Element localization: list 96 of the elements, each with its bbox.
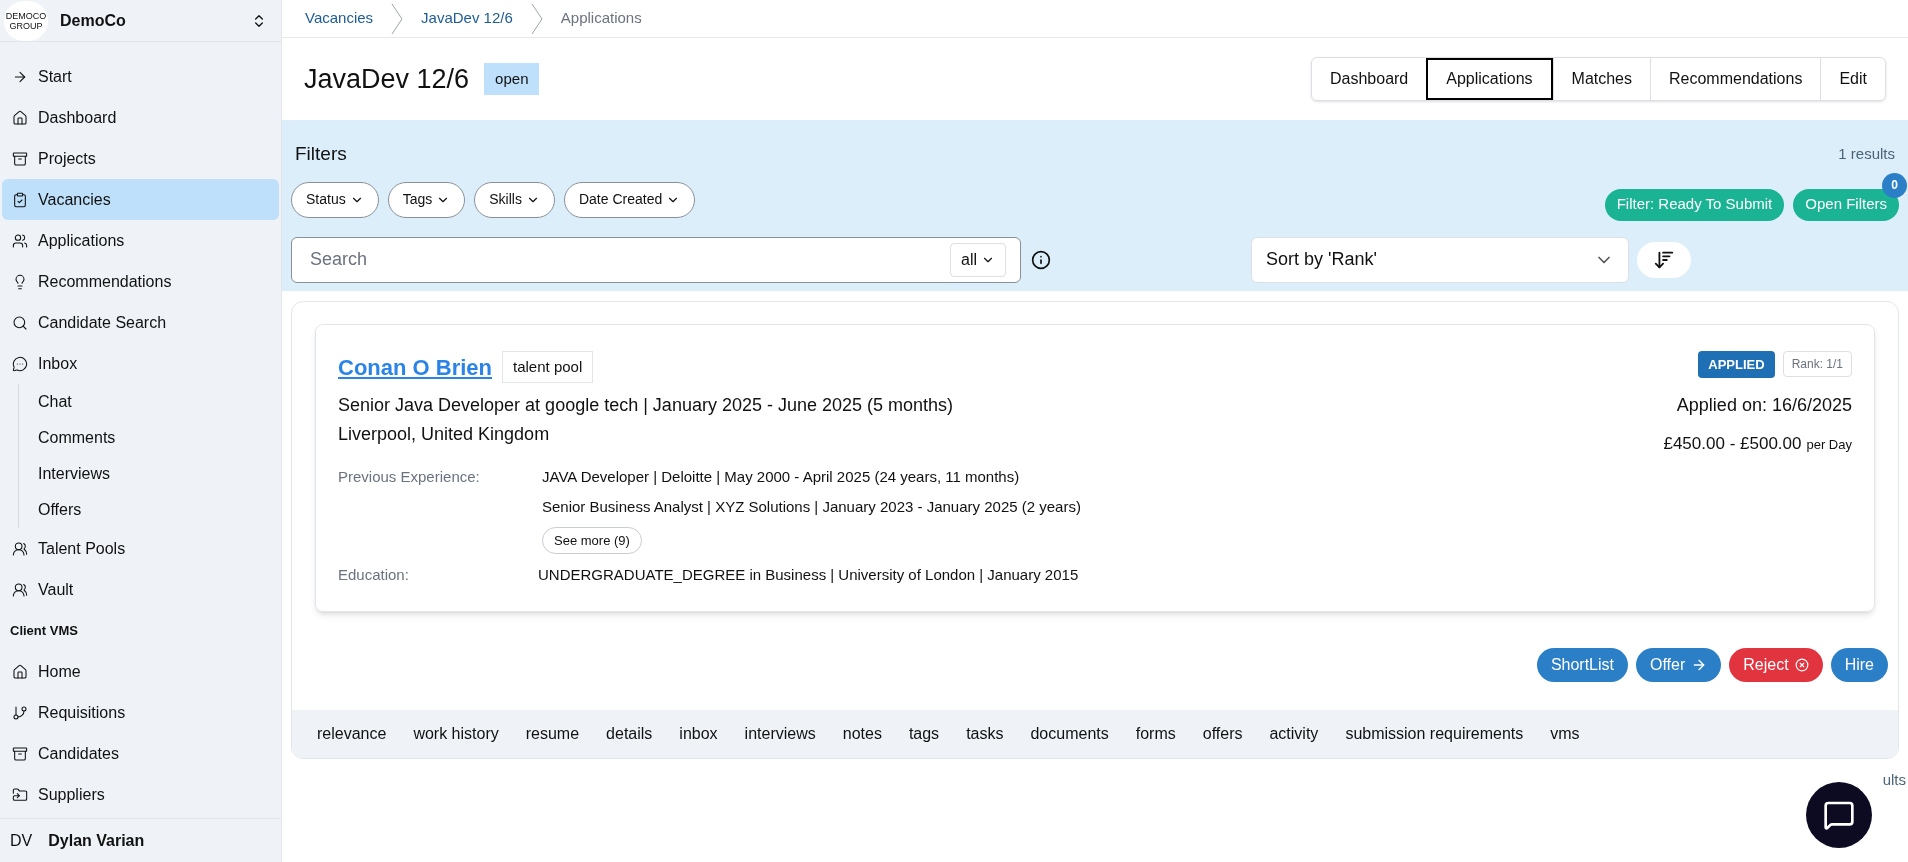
box-icon <box>12 745 28 762</box>
rank-badge: Rank: 1/1 <box>1782 351 1852 378</box>
lightbulb-icon <box>12 273 28 290</box>
rate-range: £450.00 - £500.00 <box>1663 433 1802 455</box>
view-tab[interactable]: Recommendations <box>1650 58 1821 100</box>
detail-tab[interactable]: tags <box>908 721 940 746</box>
filter-dropdown[interactable]: Date Created <box>563 181 696 218</box>
section-heading: Client VMS <box>9 621 79 640</box>
candidate-tag: talent pool <box>502 350 594 384</box>
search-icon <box>12 314 28 331</box>
sidebar-item[interactable]: Recommendations <box>2 261 279 302</box>
search-field[interactable]: Search all <box>291 236 1021 283</box>
breadcrumb-link[interactable]: JavaDev 12/6 <box>421 7 513 30</box>
sidebar-item[interactable]: Vacancies <box>2 179 279 220</box>
applied-date: Applied on: 16/6/2025 <box>1676 394 1852 417</box>
detail-tab[interactable]: offers <box>1202 721 1243 746</box>
chat-icon <box>1823 799 1855 831</box>
sidebar-item[interactable]: Dashboard <box>2 97 279 138</box>
sidebar-subitem[interactable]: Offers <box>19 492 281 528</box>
close-circle-icon <box>1794 657 1809 672</box>
view-tab[interactable]: Edit <box>1820 58 1885 100</box>
sort-dropdown[interactable]: Sort by 'Rank' <box>1251 236 1629 283</box>
rate-unit: per Day <box>1806 436 1852 454</box>
detail-tab[interactable]: interviews <box>744 721 816 746</box>
sidebar-item[interactable]: Talent Pools <box>2 528 279 569</box>
breadcrumb-link[interactable]: Applications <box>560 7 642 30</box>
application-status-badge: APPLIED <box>1698 350 1775 378</box>
shortlist-button[interactable]: ShortList <box>1536 647 1628 682</box>
sidebar-item[interactable]: Projects <box>2 138 279 179</box>
results-count: 1 results <box>1838 144 1895 164</box>
page-title: JavaDev 12/6 <box>304 62 470 96</box>
folder-icon <box>12 786 28 803</box>
org-name: DemoCo <box>60 10 127 31</box>
filter-count-badge: 0 <box>1882 172 1907 198</box>
detail-tab[interactable]: resume <box>525 721 580 746</box>
sidebar-item[interactable]: Applications <box>2 220 279 261</box>
detail-tab[interactable]: documents <box>1030 721 1109 746</box>
search-scope-dropdown[interactable]: all <box>950 242 1006 277</box>
home-icon <box>12 109 28 126</box>
sidebar-item[interactable]: Candidates <box>2 733 279 774</box>
detail-tab[interactable]: relevance <box>317 721 387 746</box>
group-icon <box>12 540 28 557</box>
detail-tab[interactable]: submission requirements <box>1345 721 1524 746</box>
breadcrumb-link[interactable]: Vacancies <box>305 7 374 30</box>
chat-bubble-icon <box>12 355 28 372</box>
sidebar-subitem[interactable]: Chat <box>19 384 281 420</box>
sidebar-item[interactable]: Requisitions <box>2 692 279 733</box>
breadcrumb-separator-icon <box>530 2 543 35</box>
candidate-headline: Senior Java Developer at google tech | January 2025 - June 2025 (5 months) <box>338 393 955 417</box>
detail-tab[interactable]: vms <box>1550 721 1580 746</box>
group-icon <box>12 581 28 598</box>
filter-dropdown[interactable]: Status <box>291 181 379 218</box>
view-tab[interactable]: Matches <box>1552 58 1650 100</box>
box-icon <box>12 150 28 167</box>
education-entry: UNDERGRADUATE_DEGREE in Business | University of London | January 2015 <box>538 565 1080 585</box>
detail-tab[interactable]: tasks <box>966 721 1004 746</box>
clipboard-icon <box>12 191 28 208</box>
results-count: ults <box>1882 769 1906 790</box>
offer-button[interactable]: Offer <box>1636 647 1722 682</box>
candidate-name-link[interactable]: Conan O Brien <box>338 350 492 384</box>
branch-icon <box>12 704 28 721</box>
sort-order-button[interactable] <box>1637 241 1691 278</box>
filters-title: Filters <box>295 142 347 166</box>
detail-tab[interactable]: details <box>606 721 653 746</box>
sidebar-item[interactable]: Home <box>2 651 279 692</box>
sidebar-subitem[interactable]: Interviews <box>19 456 281 492</box>
breadcrumb-separator-icon <box>391 2 404 35</box>
sidebar-item[interactable]: Start <box>2 56 279 97</box>
home-icon <box>12 663 28 680</box>
sidebar-item[interactable]: Inbox <box>2 343 279 384</box>
user-name[interactable]: Dylan Varian <box>48 828 145 853</box>
hire-button[interactable]: Hire <box>1830 647 1888 682</box>
detail-tab[interactable]: forms <box>1135 721 1176 746</box>
users-icon <box>12 232 28 249</box>
sidebar-item[interactable]: Candidate Search <box>2 302 279 343</box>
filter-dropdown[interactable]: Tags <box>387 181 466 218</box>
sidebar-subitem[interactable]: Comments <box>19 420 281 456</box>
field-label: Previous Experience: <box>338 466 481 487</box>
detail-tab[interactable]: work history <box>413 721 499 746</box>
user-initials: DV <box>10 830 33 851</box>
filter-dropdown[interactable]: Skills <box>474 181 555 218</box>
field-label: Education: <box>338 565 410 585</box>
reject-button[interactable]: Reject <box>1729 647 1823 682</box>
detail-tab[interactable]: inbox <box>679 721 718 746</box>
company-logo: DEMOCO GROUP <box>4 0 48 41</box>
experience-entry: JAVA Developer | Deloitte | May 2000 - April 2025 (24 years, 11 months) <box>542 466 1021 487</box>
detail-tab[interactable]: activity <box>1269 721 1319 746</box>
status-badge: open <box>484 62 540 96</box>
sidebar-item[interactable]: Suppliers <box>2 774 279 815</box>
view-tab[interactable]: Applications <box>1426 58 1553 100</box>
view-tab[interactable]: Dashboard <box>1312 58 1427 100</box>
candidate-location: Liverpool, United Kingdom <box>338 422 551 446</box>
sidebar-item[interactable]: Vault <box>2 569 279 610</box>
detail-tab[interactable]: notes <box>842 721 882 746</box>
info-icon[interactable] <box>1031 249 1051 270</box>
experience-entry: Senior Business Analyst | XYZ Solutions | January 2023 - January 2025 (2 years) <box>542 497 1082 517</box>
